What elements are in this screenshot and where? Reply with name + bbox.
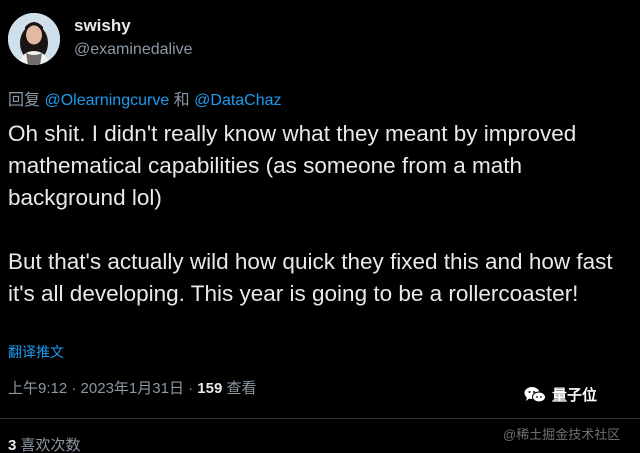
mention-link-datachaz[interactable]: @DataChaz xyxy=(194,92,281,109)
tweet-paragraph-1: Oh shit. I didn't really know what they … xyxy=(8,121,577,210)
tweet-date[interactable]: 2023年1月31日 xyxy=(81,380,184,397)
tweet-text: Oh shit. I didn't really know what they … xyxy=(8,118,632,310)
reply-context: 回复 @Olearningcurve 和 @DataChaz xyxy=(8,86,282,110)
likes-count: 3 xyxy=(8,437,17,453)
tweet-meta: 上午9:12 · 2023年1月31日 · 159 查看 xyxy=(8,377,257,398)
views-count[interactable]: 159 xyxy=(197,380,222,397)
watermark-site-text: @稀土掘金技术社区 xyxy=(503,427,621,442)
reply-prefix: 回复 xyxy=(8,92,41,109)
author-handle[interactable]: @examinedalive xyxy=(74,41,193,59)
views-label[interactable]: 查看 xyxy=(227,380,257,397)
meta-separator-2: · xyxy=(188,380,194,397)
tweet-card: swishy @examinedalive 回复 @Olearningcurve… xyxy=(0,0,640,453)
watermark-logo: 量子位 xyxy=(524,384,597,405)
likes-stat[interactable]: 3 喜欢次数 xyxy=(8,434,81,453)
avatar-photo xyxy=(8,13,60,65)
divider xyxy=(0,418,640,419)
reply-joiner: 和 xyxy=(173,92,190,109)
meta-separator: · xyxy=(71,380,77,397)
likes-label: 喜欢次数 xyxy=(20,437,81,453)
translate-tweet-link[interactable]: 翻译推文 xyxy=(8,342,64,362)
watermark-logo-text: 量子位 xyxy=(552,387,598,404)
tweet-time[interactable]: 上午9:12 xyxy=(8,380,67,397)
tweet-paragraph-2: But that's actually wild how quick they … xyxy=(8,249,613,306)
wechat-style-chat-bubbles-icon xyxy=(524,386,546,404)
mention-link-olearningcurve[interactable]: @Olearningcurve xyxy=(44,92,169,109)
author-name[interactable]: swishy xyxy=(74,16,131,36)
avatar[interactable] xyxy=(8,13,60,65)
